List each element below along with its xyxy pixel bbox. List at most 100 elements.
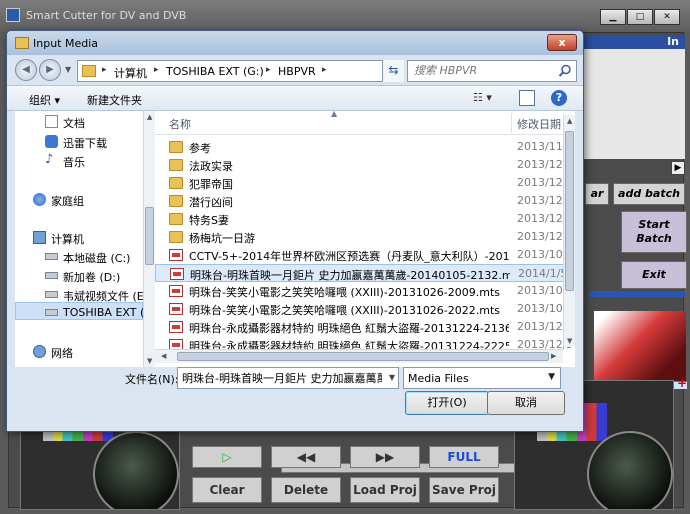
- scroll-left-arrow[interactable]: ◀: [161, 352, 166, 360]
- scroll-right-arrow[interactable]: ▶: [551, 352, 556, 360]
- nav-item-drive-d[interactable]: 新加卷 (D:): [15, 267, 143, 285]
- nav-item-music[interactable]: ♪ 音乐: [15, 152, 143, 170]
- dialog-close-button[interactable]: x: [547, 34, 577, 51]
- filetype-select[interactable]: Media Files ▼: [403, 367, 561, 389]
- dialog-titlebar[interactable]: Input Media x: [7, 31, 583, 55]
- music-icon: ♪: [45, 152, 54, 167]
- document-icon: [45, 115, 58, 128]
- file-row[interactable]: 特务S妻 2013/12/9: [155, 210, 571, 228]
- scroll-up-arrow[interactable]: ▲: [147, 113, 152, 121]
- refresh-icon[interactable]: ⇆: [382, 60, 404, 82]
- nav-item-downloads[interactable]: 迅雷下载: [15, 133, 143, 151]
- load-project-button[interactable]: Load Proj: [350, 477, 420, 503]
- play-button[interactable]: ▷: [192, 446, 262, 468]
- save-project-button[interactable]: Save Proj: [429, 477, 499, 503]
- nav-item-computer[interactable]: 计算机: [15, 229, 143, 247]
- cancel-button[interactable]: 取消: [487, 391, 565, 415]
- folder-icon: [169, 159, 183, 171]
- minimize-button[interactable]: ▁: [600, 9, 626, 25]
- breadcrumb-computer[interactable]: 计算机: [114, 65, 147, 81]
- folder-icon: [82, 65, 96, 77]
- help-icon[interactable]: ?: [551, 90, 567, 106]
- exit-button[interactable]: Exit: [621, 261, 687, 289]
- breadcrumb-separator[interactable]: ▸: [322, 65, 327, 75]
- sort-arrow-icon: ▲: [331, 111, 338, 118]
- new-folder-button[interactable]: 新建文件夹: [87, 92, 142, 108]
- file-hscroll-thumb[interactable]: [177, 352, 549, 361]
- scroll-right-arrow[interactable]: ▶: [671, 161, 685, 175]
- nav-scrollbar[interactable]: ▲ ▼: [143, 111, 155, 367]
- filetype-value: Media Files: [408, 372, 469, 385]
- marker-plus: +: [677, 376, 688, 390]
- file-vertical-scrollbar[interactable]: ▲ ▼: [563, 115, 575, 347]
- network-icon: [33, 345, 46, 358]
- file-row[interactable]: 明珠台-笑笑小電影之笑笑哈囉喂 (XXIII)-20131026-2009.mt…: [155, 282, 571, 300]
- column-name[interactable]: 名称: [169, 116, 191, 132]
- file-row[interactable]: 犯罪帝国 2013/12/9: [155, 174, 571, 192]
- drive-icon: [45, 253, 58, 260]
- scroll-down-arrow[interactable]: ▼: [147, 357, 152, 365]
- search-input[interactable]: [414, 64, 554, 77]
- nav-scroll-thumb[interactable]: [145, 207, 154, 265]
- start-batch-button[interactable]: Start Batch: [621, 211, 687, 253]
- media-file-icon: [169, 321, 183, 333]
- open-button[interactable]: 打开(O): [405, 391, 489, 415]
- add-batch-button[interactable]: add batch: [613, 183, 685, 205]
- preview-pane-icon[interactable]: [519, 90, 535, 106]
- filename-combobox[interactable]: ▼: [177, 367, 399, 389]
- forward-button[interactable]: ▶: [39, 59, 61, 81]
- file-horizontal-scrollbar[interactable]: ◀ ▶: [155, 349, 563, 363]
- search-icon[interactable]: [558, 64, 572, 78]
- nav-item-homegroup[interactable]: 家庭组: [15, 191, 143, 209]
- drive-icon: [45, 309, 58, 316]
- dialog-toolbar: 组织 ▾ 新建文件夹 ☷ ▾ ?: [7, 85, 583, 111]
- close-button[interactable]: ✕: [654, 9, 680, 25]
- filename-field[interactable]: [182, 371, 382, 384]
- partial-button[interactable]: ar: [585, 183, 609, 205]
- file-row[interactable]: 潜行凶间 2013/12/9: [155, 192, 571, 210]
- file-row[interactable]: 明珠台-笑笑小電影之笑笑哈囉喂 (XXIII)-20131026-2022.mt…: [155, 300, 571, 318]
- folder-icon: [15, 37, 29, 49]
- chevron-down-icon[interactable]: ▼: [389, 373, 395, 382]
- input-media-dialog: Input Media x ◀ ▶ ▼ ▸ 计算机 ▸ TOSHIBA EXT …: [6, 30, 584, 432]
- nav-item-drive-e[interactable]: 韦斌视频文件 (E:: [15, 286, 143, 304]
- rewind-button[interactable]: ◀◀: [271, 446, 341, 468]
- organize-menu[interactable]: 组织 ▾: [29, 92, 60, 108]
- full-button[interactable]: FULL: [429, 446, 499, 468]
- file-scroll-thumb[interactable]: [565, 131, 574, 291]
- breadcrumb-folder[interactable]: HBPVR: [278, 65, 316, 78]
- view-options-icon[interactable]: ☷ ▾: [473, 91, 503, 107]
- maximize-button[interactable]: □: [627, 9, 653, 25]
- scroll-up-arrow[interactable]: ▲: [567, 117, 572, 125]
- column-divider[interactable]: [511, 113, 512, 133]
- file-row-selected[interactable]: 明珠台-明珠首映一月鉅片 史力加嬴嘉萬萬歲-20140105-2132.mts …: [155, 264, 571, 282]
- navigation-pane: 文档 迅雷下载 ♪ 音乐 家庭组 计算机 本地磁盘 (C:) 新加卷 (D:): [15, 111, 143, 367]
- breadcrumb-separator[interactable]: ▸: [154, 65, 159, 75]
- column-header: ▲ 名称 修改日期: [155, 111, 575, 135]
- breadcrumb-separator[interactable]: ▸: [266, 65, 271, 75]
- file-row[interactable]: CCTV-5+-2014年世界杯欧洲区预选赛（丹麦队_意大利队）-201310.…: [155, 246, 571, 264]
- fast-forward-button[interactable]: ▶▶: [350, 446, 420, 468]
- address-bar[interactable]: ▸ 计算机 ▸ TOSHIBA EXT (G:) ▸ HBPVR ▸ ▼: [77, 60, 403, 82]
- download-icon: [45, 135, 58, 148]
- nav-item-documents[interactable]: 文档: [15, 113, 143, 131]
- nav-item-network[interactable]: 网络: [15, 343, 143, 361]
- filename-label: 文件名(N):: [125, 373, 179, 386]
- back-button[interactable]: ◀: [15, 59, 37, 81]
- clear-button[interactable]: Clear: [192, 477, 262, 503]
- progress-bar: [589, 291, 685, 297]
- chevron-down-icon[interactable]: ▼: [548, 372, 555, 382]
- file-row[interactable]: 明珠台-永成攝影器材特約 明珠絕色 紅鬚大盜羅-20131224-2136.mt…: [155, 318, 571, 336]
- breadcrumb-separator[interactable]: ▸: [102, 65, 107, 75]
- scroll-down-arrow[interactable]: ▼: [567, 337, 572, 345]
- file-row[interactable]: 法政实录 2013/12/1: [155, 156, 571, 174]
- search-box[interactable]: [407, 60, 577, 82]
- nav-item-drive-c[interactable]: 本地磁盘 (C:): [15, 248, 143, 266]
- file-row[interactable]: 参考 2013/11/5: [155, 138, 571, 156]
- delete-button[interactable]: Delete: [271, 477, 341, 503]
- breadcrumb-drive[interactable]: TOSHIBA EXT (G:): [166, 65, 264, 78]
- nav-item-drive-g[interactable]: TOSHIBA EXT (: [15, 304, 143, 322]
- column-date[interactable]: 修改日期: [517, 116, 561, 132]
- file-row[interactable]: 杨梅坑一日游 2013/12/1: [155, 228, 571, 246]
- recent-locations-dropdown[interactable]: ▼: [65, 65, 71, 74]
